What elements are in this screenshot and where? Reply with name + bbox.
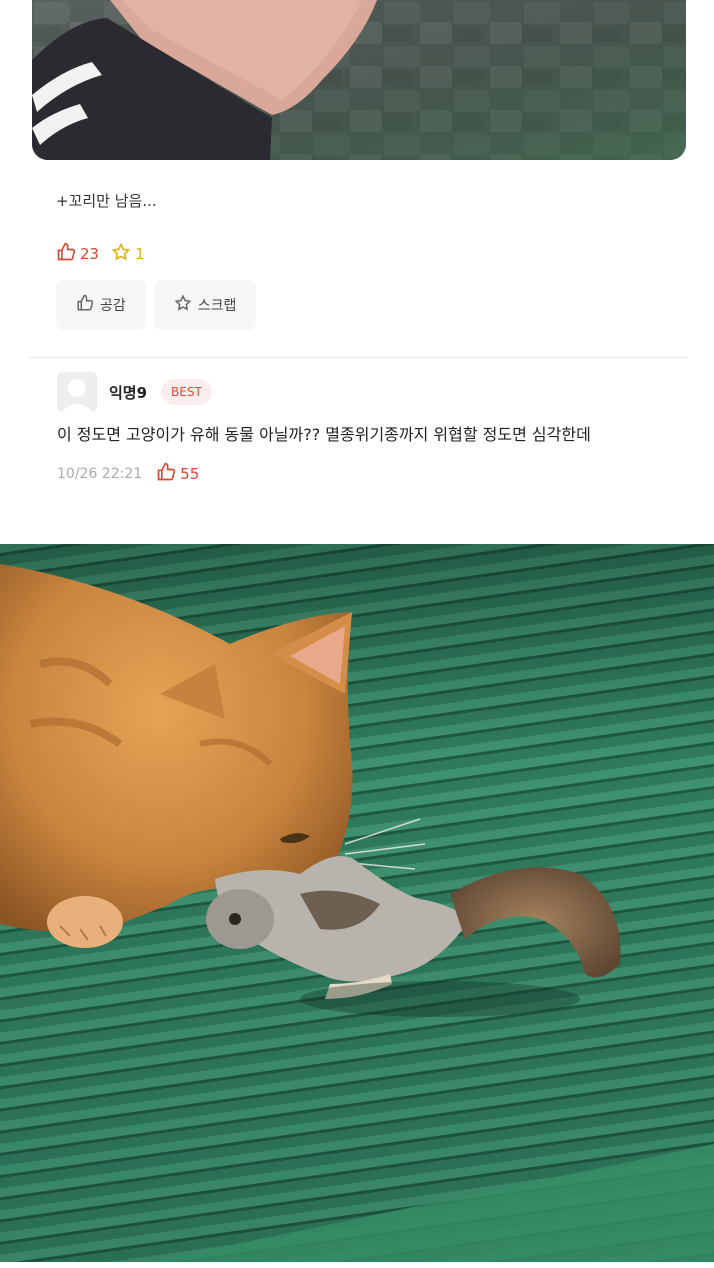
- like-button-label: 공감: [100, 298, 126, 314]
- comment-text: 이 정도면 고양이가 유해 동물 아닐까?? 멸종위기종까지 위협할 정도면 심…: [57, 425, 591, 444]
- star-icon: [174, 294, 192, 316]
- best-badge: BEST: [161, 379, 212, 405]
- comment-author[interactable]: 익명9: [109, 382, 147, 403]
- comment-like-count: 55: [180, 465, 200, 483]
- post-actions: 공감 스크랩: [56, 280, 257, 330]
- scrap-count: 1: [111, 242, 145, 266]
- comment-like[interactable]: 55: [156, 462, 199, 486]
- divider: [30, 357, 686, 358]
- like-count-value: 23: [80, 245, 100, 263]
- comment-header: 익명9 BEST: [57, 372, 657, 412]
- thumbs-up-icon: [76, 294, 94, 316]
- avatar-icon: [57, 372, 97, 412]
- comment-date: 10/26 22:21: [57, 466, 143, 482]
- comment-meta: 10/26 22:21 55: [57, 462, 657, 486]
- post-text: +꼬리만 남음...: [56, 192, 157, 210]
- post-photo-main: [0, 544, 714, 1262]
- like-button[interactable]: 공감: [56, 280, 146, 330]
- thumbs-up-icon: [56, 242, 76, 266]
- thumbs-up-icon: [156, 462, 176, 486]
- scrap-button-label: 스크랩: [197, 298, 237, 314]
- best-comment: 익명9 BEST 이 정도면 고양이가 유해 동물 아닐까?? 멸종위기종까지 …: [57, 372, 657, 486]
- post-stats: 23 39 1: [56, 242, 156, 635]
- scrap-button[interactable]: 스크랩: [153, 280, 257, 330]
- post-photo-top: [32, 0, 686, 160]
- scrap-count-value: 1: [135, 245, 145, 263]
- star-icon: [111, 242, 131, 266]
- like-count: 23: [56, 242, 99, 266]
